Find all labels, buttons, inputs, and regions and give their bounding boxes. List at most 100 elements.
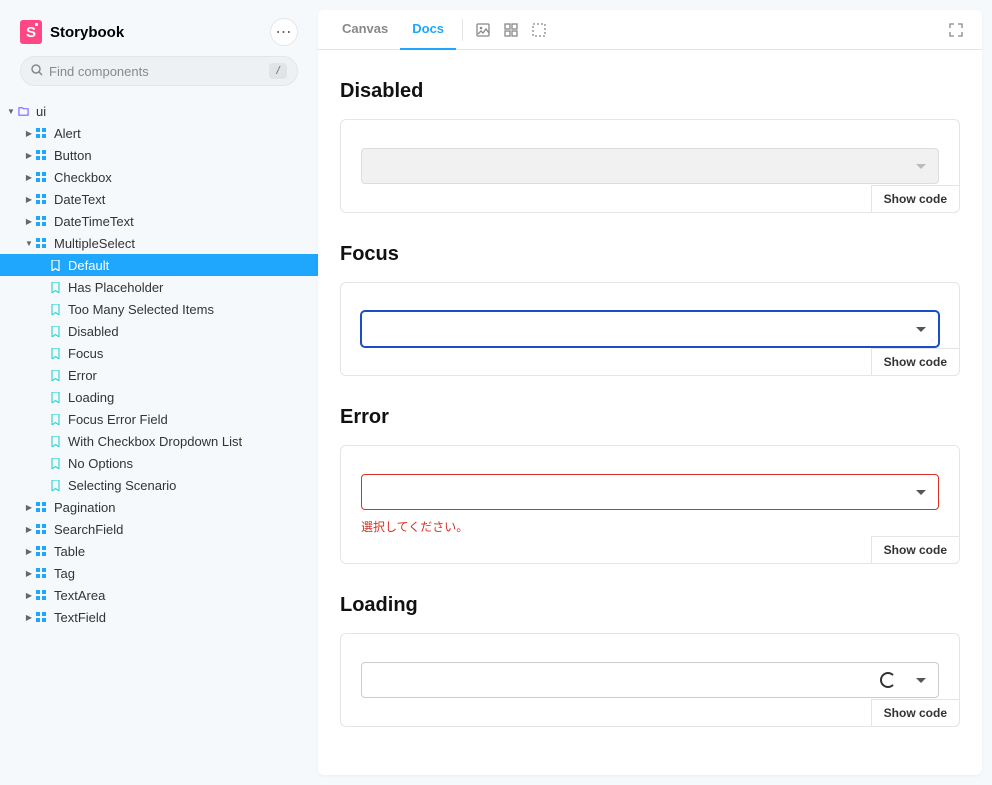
tree-component-textarea[interactable]: ▶ TextArea bbox=[0, 584, 318, 606]
outline-icon[interactable] bbox=[525, 16, 553, 44]
tree-label: Table bbox=[54, 544, 85, 559]
component-icon bbox=[34, 150, 48, 160]
ellipsis-icon: ⋯ bbox=[276, 22, 293, 42]
multipleselect-error[interactable] bbox=[361, 474, 939, 510]
tree-component-multipleselect[interactable]: ▼ MultipleSelect bbox=[0, 232, 318, 254]
bookmark-icon bbox=[48, 480, 62, 491]
tree-story-loading[interactable]: Loading bbox=[0, 386, 318, 408]
tree-component-tag[interactable]: ▶ Tag bbox=[0, 562, 318, 584]
caret-right-icon: ▶ bbox=[24, 129, 34, 138]
bookmark-icon bbox=[48, 260, 62, 271]
component-icon bbox=[34, 238, 48, 248]
tree-label: DateText bbox=[54, 192, 105, 207]
tab-docs[interactable]: Docs bbox=[400, 10, 456, 50]
search-box[interactable]: / bbox=[20, 56, 298, 86]
caret-right-icon: ▶ bbox=[24, 613, 34, 622]
multipleselect-focus[interactable] bbox=[361, 311, 939, 347]
chevron-down-icon bbox=[916, 327, 926, 332]
multipleselect-disabled bbox=[361, 148, 939, 184]
section-title-loading: Loading bbox=[340, 594, 960, 617]
chevron-down-icon bbox=[916, 164, 926, 169]
toolbar: Canvas Docs bbox=[318, 10, 982, 50]
tree-label: With Checkbox Dropdown List bbox=[68, 434, 242, 449]
show-code-button[interactable]: Show code bbox=[871, 699, 960, 727]
tree-label: Default bbox=[68, 258, 109, 273]
caret-right-icon: ▶ bbox=[24, 195, 34, 204]
tree-label: Has Placeholder bbox=[68, 280, 163, 295]
tree-story-focus-error-field[interactable]: Focus Error Field bbox=[0, 408, 318, 430]
tree-story-no-options[interactable]: No Options bbox=[0, 452, 318, 474]
tree-component-button[interactable]: ▶ Button bbox=[0, 144, 318, 166]
bookmark-icon bbox=[48, 458, 62, 469]
more-button[interactable]: ⋯ bbox=[270, 18, 298, 46]
folder-icon bbox=[16, 106, 30, 117]
tree-label: Loading bbox=[68, 390, 114, 405]
spinner-icon bbox=[880, 672, 896, 688]
search-input[interactable] bbox=[49, 64, 269, 79]
bookmark-icon bbox=[48, 304, 62, 315]
logo[interactable]: S Storybook bbox=[20, 20, 124, 44]
tree-component-textfield[interactable]: ▶ TextField bbox=[0, 606, 318, 628]
caret-right-icon: ▶ bbox=[24, 591, 34, 600]
tree-component-table[interactable]: ▶ Table bbox=[0, 540, 318, 562]
tree-folder-ui[interactable]: ▼ ui bbox=[0, 100, 318, 122]
tree-component-pagination[interactable]: ▶ Pagination bbox=[0, 496, 318, 518]
component-icon bbox=[34, 590, 48, 600]
tree-label: Selecting Scenario bbox=[68, 478, 176, 493]
multipleselect-loading[interactable] bbox=[361, 662, 939, 698]
tree-story-with-checkbox-dropdown[interactable]: With Checkbox Dropdown List bbox=[0, 430, 318, 452]
tree-label: DateTimeText bbox=[54, 214, 134, 229]
tree-label: MultipleSelect bbox=[54, 236, 135, 251]
tree-component-searchfield[interactable]: ▶ SearchField bbox=[0, 518, 318, 540]
tree-story-error[interactable]: Error bbox=[0, 364, 318, 386]
tab-canvas[interactable]: Canvas bbox=[330, 10, 400, 50]
tree-component-datetimetext[interactable]: ▶ DateTimeText bbox=[0, 210, 318, 232]
tree-label: Button bbox=[54, 148, 92, 163]
app-name: Storybook bbox=[50, 24, 124, 41]
preview-error: 選択してください。 Show code bbox=[340, 445, 960, 564]
search-icon bbox=[31, 64, 43, 79]
component-icon bbox=[34, 172, 48, 182]
tree-label: Focus Error Field bbox=[68, 412, 168, 427]
chevron-down-icon bbox=[916, 490, 926, 495]
fullscreen-icon[interactable] bbox=[942, 16, 970, 44]
tree-story-default[interactable]: Default bbox=[0, 254, 318, 276]
component-icon bbox=[34, 546, 48, 556]
tree-label: Too Many Selected Items bbox=[68, 302, 214, 317]
bookmark-icon bbox=[48, 436, 62, 447]
tree-component-alert[interactable]: ▶ Alert bbox=[0, 122, 318, 144]
tree-story-disabled[interactable]: Disabled bbox=[0, 320, 318, 342]
main-panel: Canvas Docs Disabled Show code Focus bbox=[318, 10, 982, 775]
component-icon bbox=[34, 524, 48, 534]
bookmark-icon bbox=[48, 414, 62, 425]
section-title-focus: Focus bbox=[340, 243, 960, 266]
bookmark-icon bbox=[48, 282, 62, 293]
tree-label: Pagination bbox=[54, 500, 115, 515]
show-code-button[interactable]: Show code bbox=[871, 348, 960, 376]
tree-story-focus[interactable]: Focus bbox=[0, 342, 318, 364]
image-icon[interactable] bbox=[469, 16, 497, 44]
tree-story-selecting-scenario[interactable]: Selecting Scenario bbox=[0, 474, 318, 496]
tree-component-datetext[interactable]: ▶ DateText bbox=[0, 188, 318, 210]
sidebar-header: S Storybook ⋯ bbox=[0, 8, 318, 56]
tree-story-has-placeholder[interactable]: Has Placeholder bbox=[0, 276, 318, 298]
caret-right-icon: ▶ bbox=[24, 525, 34, 534]
show-code-button[interactable]: Show code bbox=[871, 185, 960, 213]
tree-label: ui bbox=[36, 104, 46, 119]
tree-label: TextArea bbox=[54, 588, 105, 603]
grid-icon[interactable] bbox=[497, 16, 525, 44]
tree-component-checkbox[interactable]: ▶ Checkbox bbox=[0, 166, 318, 188]
tree-story-too-many-selected[interactable]: Too Many Selected Items bbox=[0, 298, 318, 320]
caret-down-icon: ▼ bbox=[6, 107, 16, 116]
storybook-logo-icon: S bbox=[20, 20, 42, 44]
tree-label: Checkbox bbox=[54, 170, 112, 185]
preview-loading: Show code bbox=[340, 633, 960, 727]
show-code-button[interactable]: Show code bbox=[871, 536, 960, 564]
tree-label: SearchField bbox=[54, 522, 123, 537]
tree-label: TextField bbox=[54, 610, 106, 625]
section-title-error: Error bbox=[340, 406, 960, 429]
docs-content[interactable]: Disabled Show code Focus Show code Error bbox=[318, 50, 982, 775]
component-icon bbox=[34, 216, 48, 226]
caret-right-icon: ▶ bbox=[24, 569, 34, 578]
tree-label: Alert bbox=[54, 126, 81, 141]
